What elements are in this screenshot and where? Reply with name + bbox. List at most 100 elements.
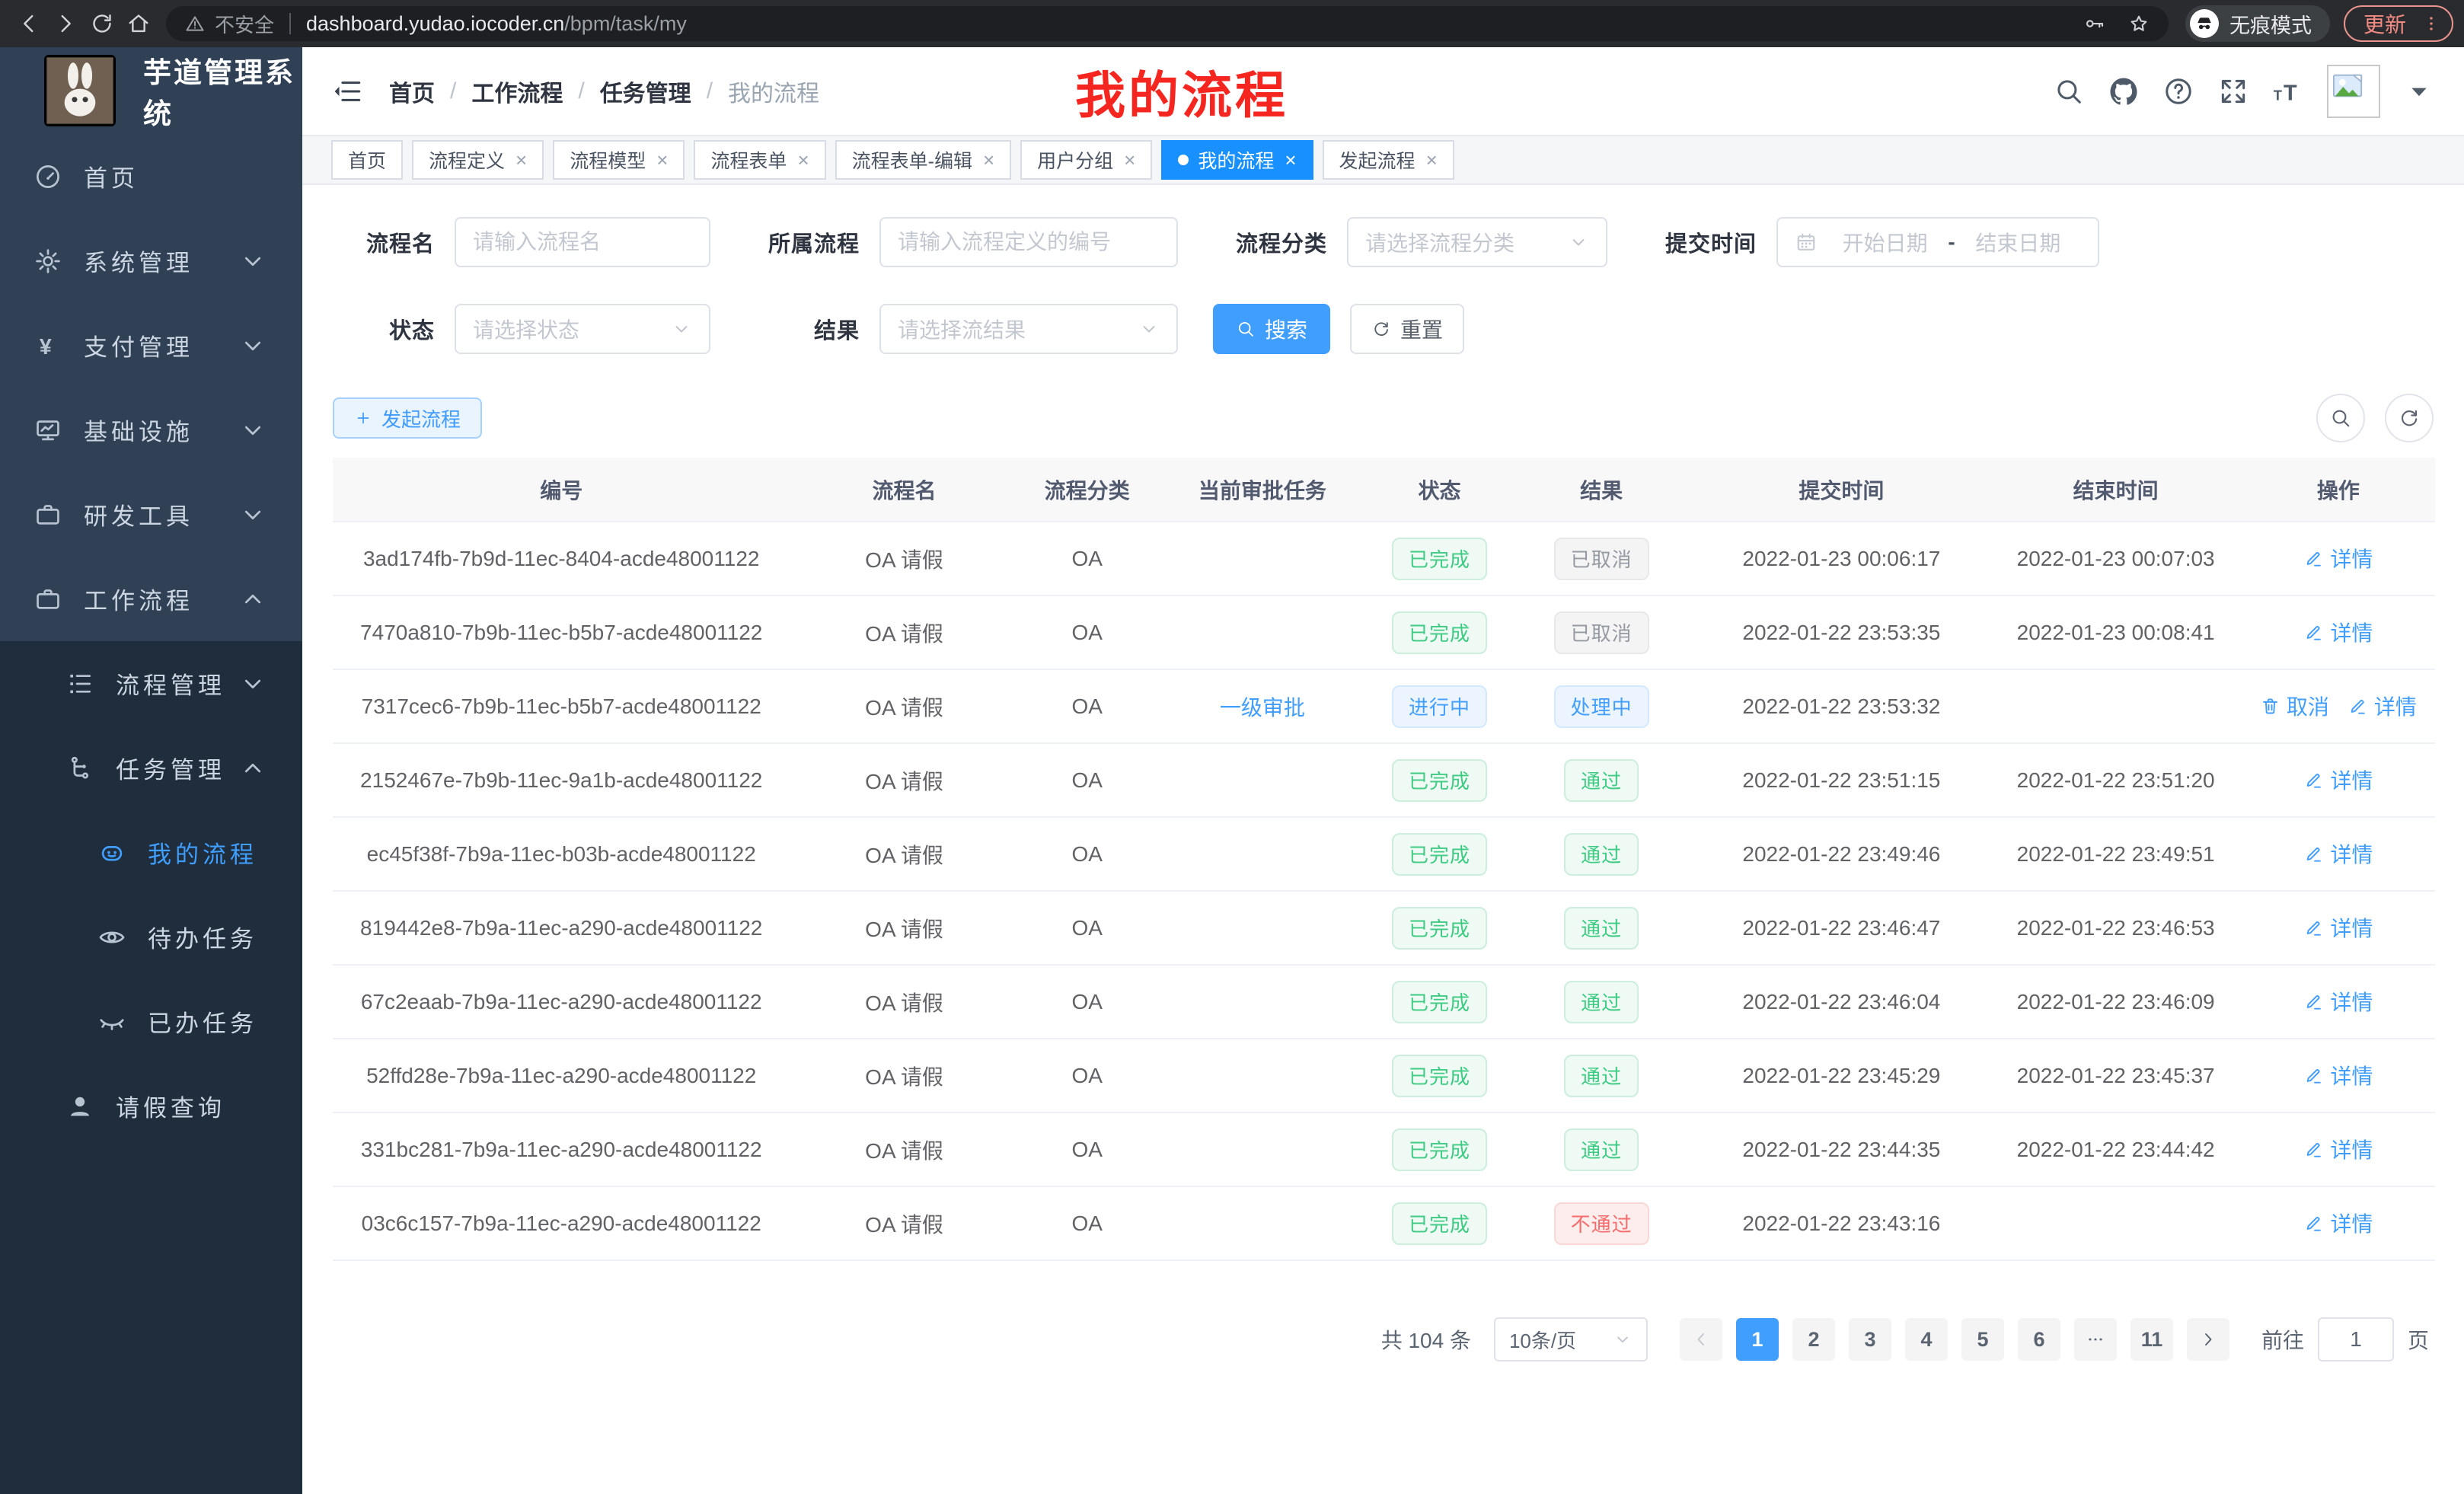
sidebar-item-4[interactable]: 研发工具 <box>0 472 302 557</box>
sidebar-item-11[interactable]: 请假查询 <box>0 1064 302 1148</box>
cell-result: 通过 <box>1510 1039 1693 1113</box>
detail-link[interactable]: 详情 <box>2303 1060 2373 1090</box>
search-button[interactable]: 搜索 <box>1213 304 1330 354</box>
cell-status: 已完成 <box>1369 1186 1510 1260</box>
page-size-select[interactable]: 10条/页 <box>1494 1317 1648 1362</box>
close-tab-icon[interactable]: × <box>1285 150 1296 170</box>
collapse-sidebar-icon[interactable] <box>331 75 363 107</box>
sidebar-item-9[interactable]: 待办任务 <box>0 895 302 979</box>
submit-time-range-picker[interactable]: 开始日期 - 结束日期 <box>1776 217 2099 267</box>
task-link[interactable]: 一级审批 <box>1220 691 1305 722</box>
cell-id: 52ffd28e-7b9a-11ec-a290-acde48001122 <box>333 1039 790 1113</box>
refresh-table-button[interactable] <box>2385 394 2434 442</box>
create-process-button[interactable]: 发起流程 <box>333 397 482 439</box>
close-tab-icon[interactable]: × <box>983 150 994 170</box>
close-tab-icon[interactable]: × <box>797 150 809 170</box>
name-filter-input[interactable] <box>455 217 710 267</box>
prev-page-button[interactable] <box>1680 1318 1722 1361</box>
tab-3[interactable]: 流程表单× <box>694 140 825 180</box>
tabs-bar: 首页流程定义×流程模型×流程表单×流程表单-编辑×用户分组×我的流程×发起流程× <box>302 135 2464 185</box>
next-page-button[interactable] <box>2187 1318 2229 1361</box>
result-badge: 通过 <box>1564 981 1639 1023</box>
tab-4[interactable]: 流程表单-编辑× <box>835 140 1012 180</box>
goto-page-input[interactable] <box>2318 1317 2394 1362</box>
help-icon[interactable] <box>2162 75 2194 107</box>
detail-link[interactable]: 详情 <box>2348 691 2417 721</box>
sidebar-item-3[interactable]: 基础设施 <box>0 388 302 472</box>
sidebar-item-7[interactable]: 任务管理 <box>0 726 302 810</box>
cell-status: 已完成 <box>1369 891 1510 965</box>
fullscreen-icon[interactable] <box>2217 75 2249 107</box>
password-key-icon[interactable] <box>2083 12 2106 35</box>
svg-text:¥: ¥ <box>40 334 58 359</box>
tab-6[interactable]: 我的流程× <box>1161 140 1313 180</box>
sidebar-item-2[interactable]: ¥支付管理 <box>0 303 302 388</box>
detail-link[interactable]: 详情 <box>2303 1134 2373 1164</box>
sidebar-item-5[interactable]: 工作流程 <box>0 557 302 641</box>
close-tab-icon[interactable]: × <box>656 150 668 170</box>
category-filter-select[interactable]: 请选择流程分类 <box>1347 217 1607 267</box>
browser-forward-icon[interactable] <box>47 5 84 42</box>
parent-filter-input[interactable] <box>879 217 1178 267</box>
detail-link[interactable]: 详情 <box>2303 1208 2373 1238</box>
close-tab-icon[interactable]: × <box>1124 150 1135 170</box>
sidebar-item-6[interactable]: 流程管理 <box>0 641 302 726</box>
page-button-6[interactable]: 6 <box>2018 1318 2060 1361</box>
avatar[interactable] <box>2327 65 2380 118</box>
detail-link[interactable]: 详情 <box>2303 912 2373 943</box>
detail-link[interactable]: 详情 <box>2303 617 2373 647</box>
detail-link[interactable]: 详情 <box>2303 838 2373 869</box>
tab-5[interactable]: 用户分组× <box>1020 140 1152 180</box>
more-pages-button[interactable] <box>2074 1318 2117 1361</box>
detail-link[interactable]: 详情 <box>2303 986 2373 1017</box>
reset-button[interactable]: 重置 <box>1350 304 1464 354</box>
sidebar-item-10[interactable]: 已办任务 <box>0 979 302 1064</box>
app-logo[interactable]: 芋道管理系统 <box>0 47 302 134</box>
cancel-link[interactable]: 取消 <box>2260 691 2329 721</box>
page-button-11[interactable]: 11 <box>2130 1318 2173 1361</box>
security-label: 不安全 <box>215 10 274 38</box>
tab-2[interactable]: 流程模型× <box>553 140 685 180</box>
status-filter-select[interactable]: 请选择状态 <box>455 304 710 354</box>
bookmark-star-icon[interactable] <box>2127 12 2150 35</box>
detail-link[interactable]: 详情 <box>2303 765 2373 795</box>
breadcrumb-item-0[interactable]: 首页 <box>389 75 435 108</box>
sidebar-item-label: 请假查询 <box>116 1089 225 1123</box>
svg-text:T: T <box>2274 87 2283 103</box>
cell-submit-time: 2022-01-22 23:53:32 <box>1693 669 1990 743</box>
result-filter-select[interactable]: 请选择流结果 <box>879 304 1178 354</box>
close-tab-icon[interactable]: × <box>1426 150 1438 170</box>
browser-update-button[interactable]: 更新 <box>2344 5 2453 42</box>
github-icon[interactable] <box>2108 75 2140 107</box>
browser-menu-icon[interactable] <box>2421 14 2441 34</box>
sidebar-item-0[interactable]: 首页 <box>0 134 302 219</box>
breadcrumb-item-2[interactable]: 任务管理 <box>600 75 691 108</box>
page-button-5[interactable]: 5 <box>1961 1318 2004 1361</box>
cell-result: 通过 <box>1510 965 1693 1039</box>
sidebar-item-1[interactable]: 系统管理 <box>0 219 302 303</box>
page-button-1[interactable]: 1 <box>1736 1318 1779 1361</box>
cell-task <box>1156 817 1369 891</box>
browser-reload-icon[interactable] <box>84 5 120 42</box>
cell-submit-time: 2022-01-22 23:43:16 <box>1693 1186 1990 1260</box>
sidebar-item-8[interactable]: 我的流程 <box>0 810 302 895</box>
col-header-task: 当前审批任务 <box>1156 458 1369 522</box>
browser-back-icon[interactable] <box>11 5 47 42</box>
user-menu-caret-icon[interactable] <box>2403 75 2435 107</box>
font-size-icon[interactable]: TT <box>2272 75 2304 107</box>
page-button-3[interactable]: 3 <box>1849 1318 1891 1361</box>
tab-0[interactable]: 首页 <box>331 140 403 180</box>
cell-name: OA 请假 <box>790 669 1018 743</box>
tab-7[interactable]: 发起流程× <box>1323 140 1454 180</box>
detail-link[interactable]: 详情 <box>2303 543 2373 573</box>
breadcrumb-item-1[interactable]: 工作流程 <box>471 75 563 108</box>
show-search-button[interactable] <box>2316 394 2365 442</box>
header-search-icon[interactable] <box>2053 75 2085 107</box>
page-button-2[interactable]: 2 <box>1792 1318 1835 1361</box>
page-button-4[interactable]: 4 <box>1905 1318 1948 1361</box>
close-tab-icon[interactable]: × <box>515 150 527 170</box>
tab-1[interactable]: 流程定义× <box>412 140 544 180</box>
address-bar[interactable]: 不安全 dashboard.yudao.iocoder.cn/bpm/task/… <box>166 6 2169 41</box>
cell-name: OA 请假 <box>790 1186 1018 1260</box>
browser-home-icon[interactable] <box>120 5 157 42</box>
